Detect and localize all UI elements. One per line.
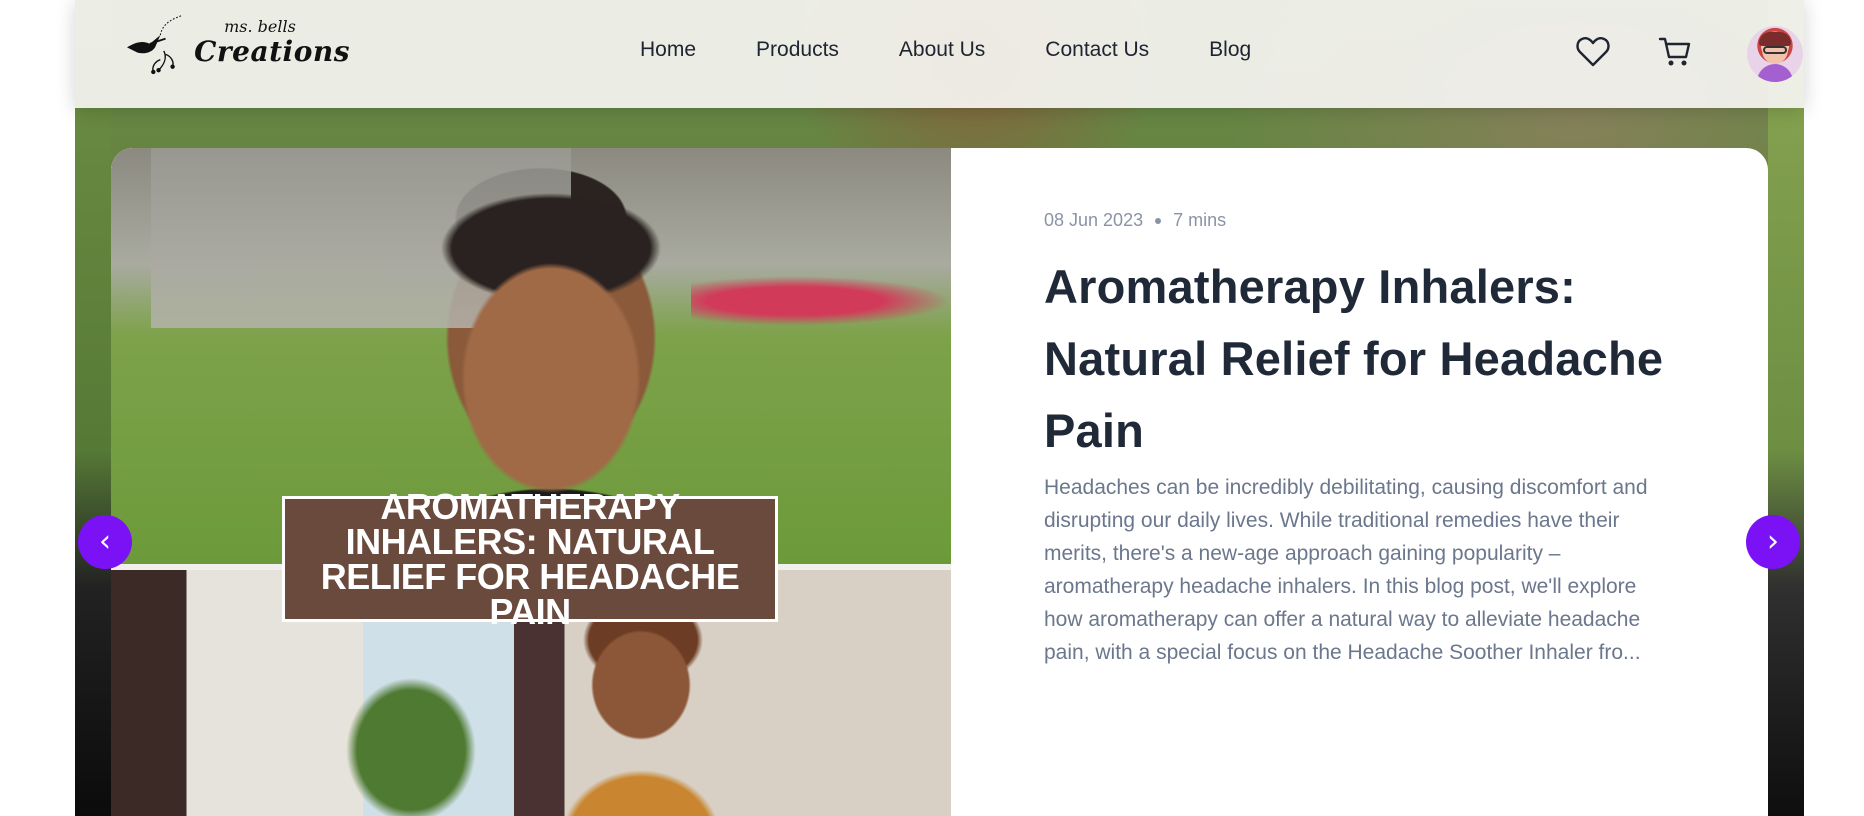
hummingbird-logo-icon — [127, 15, 182, 75]
featured-post-image[interactable]: AROMATHERAPY INHALERS: NATURAL RELIEF FO… — [111, 148, 951, 816]
photo-person-inhaling — [561, 610, 721, 816]
hero-background-right-edge — [1768, 0, 1804, 816]
hero-background-left-edge — [75, 0, 111, 816]
avatar-body — [1757, 64, 1793, 82]
featured-post-card[interactable]: AROMATHERAPY INHALERS: NATURAL RELIEF FO… — [111, 148, 1768, 816]
heart-icon — [1576, 37, 1610, 67]
nav-products[interactable]: Products — [756, 38, 839, 62]
brand-wordmark-small: ms. bells — [224, 17, 296, 36]
wishlist-button[interactable] — [1575, 34, 1611, 70]
carousel-prev-button[interactable]: ‹ — [78, 515, 132, 569]
post-title[interactable]: Aromatherapy Inhalers: Natural Relief fo… — [1044, 251, 1674, 467]
nav-home[interactable]: Home — [640, 38, 696, 62]
nav-about-us[interactable]: About Us — [899, 38, 985, 62]
carousel-next-button[interactable]: › — [1746, 515, 1800, 569]
user-avatar[interactable] — [1747, 26, 1803, 82]
post-read-time: 7 mins — [1173, 210, 1227, 230]
brand-wordmark-large: Creations — [194, 35, 350, 68]
chevron-right-icon: › — [1767, 524, 1779, 559]
brand-logo[interactable]: ms. bells Creations — [120, 4, 350, 82]
cart-button[interactable] — [1657, 34, 1693, 70]
image-title-banner: AROMATHERAPY INHALERS: NATURAL RELIEF FO… — [282, 489, 778, 630]
post-date: 08 Jun 2023 — [1044, 210, 1144, 230]
post-meta: 08 Jun 2023 7 mins — [1044, 210, 1674, 231]
post-excerpt: Headaches can be incredibly debilitating… — [1044, 476, 1648, 664]
avatar-glasses — [1763, 46, 1787, 54]
cart-icon — [1658, 37, 1691, 66]
featured-post-content: 08 Jun 2023 7 mins Aromatherapy Inhalers… — [1044, 210, 1674, 669]
nav-blog[interactable]: Blog — [1209, 38, 1251, 62]
site-header: ms. bells Creations Home Products About … — [75, 0, 1804, 108]
nav-contact-us[interactable]: Contact Us — [1045, 38, 1149, 62]
meta-separator-dot — [1155, 217, 1162, 224]
chevron-left-icon: ‹ — [99, 524, 111, 559]
avatar-hair — [1759, 32, 1791, 46]
brand-wordmark: ms. bells Creations — [194, 18, 350, 68]
main-navigation: Home Products About Us Contact Us Blog — [640, 38, 1251, 62]
photo-plant — [321, 650, 501, 816]
